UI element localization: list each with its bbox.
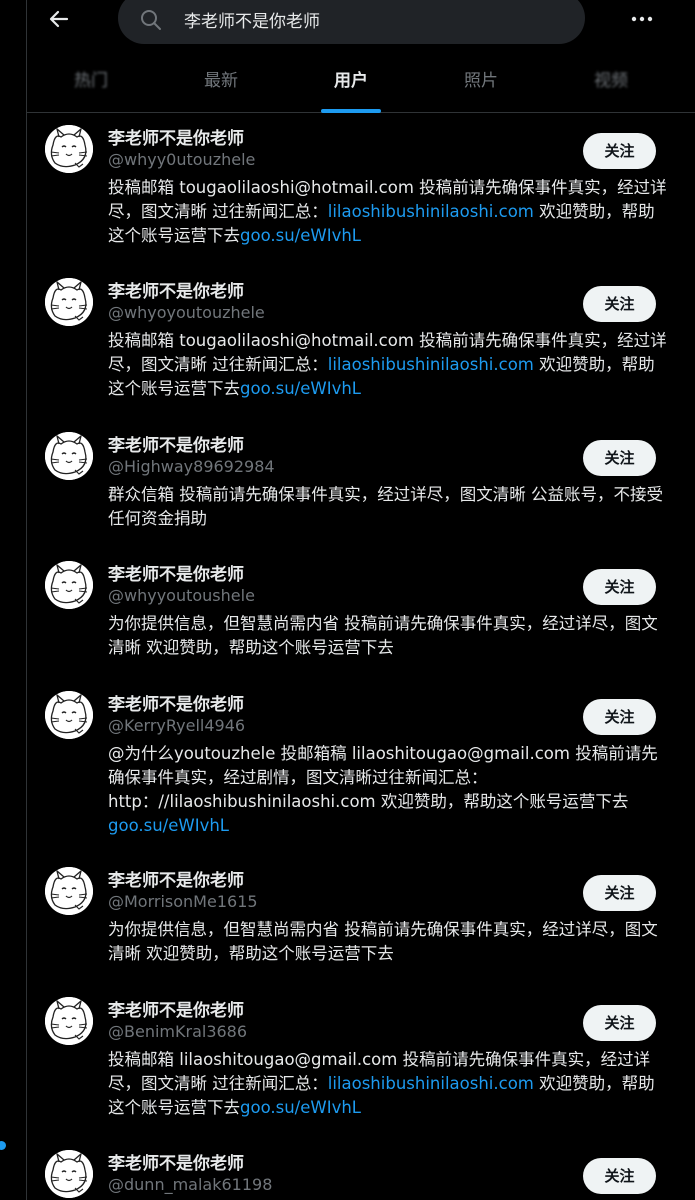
active-tab-indicator [321, 109, 381, 113]
follow-button[interactable]: 关注 [583, 569, 656, 605]
display-name[interactable]: 李老师不是你老师 [108, 431, 244, 456]
more-options-button[interactable] [627, 0, 657, 38]
cat-doodle-icon [45, 125, 93, 173]
search-results-page: 李老师不是你老师 热门 最新 用户 照片 视频 李老师不是你老师 @whyy0ut… [0, 0, 695, 1200]
follow-button[interactable]: 关注 [583, 875, 656, 911]
bio-text: 为你提供信息，但智慧尚需内省 投稿前请先确保事件真实，经过详尽，图文清晰 欢迎赞… [108, 614, 658, 657]
user-handle: @Highway89692984 [108, 457, 275, 476]
avatar[interactable] [45, 561, 93, 609]
display-name[interactable]: 李老师不是你老师 [108, 996, 244, 1021]
left-rail [0, 0, 27, 1200]
bio-link[interactable]: lilaoshibushinilaoshi.com [328, 202, 534, 221]
more-horizontal-icon [631, 16, 653, 22]
follow-button[interactable]: 关注 [583, 286, 656, 322]
follow-button[interactable]: 关注 [583, 1158, 656, 1194]
bio-link[interactable]: lilaoshibushinilaoshi.com [328, 355, 534, 374]
follow-button[interactable]: 关注 [583, 699, 656, 735]
search-box[interactable]: 李老师不是你老师 [118, 0, 585, 44]
search-input[interactable]: 李老师不是你老师 [184, 7, 320, 32]
bio-text: 为你提供信息，但智慧尚需内省 投稿前请先确保事件真实，经过详尽，图文清晰 欢迎赞… [108, 920, 658, 963]
avatar[interactable] [45, 867, 93, 915]
user-bio: @为什么youtouzhele 投邮箱稿 lilaoshitougao@gmai… [108, 742, 668, 838]
follow-button[interactable]: 关注 [583, 133, 656, 169]
user-handle: @BenimKral3686 [108, 1022, 248, 1041]
cat-doodle-icon [45, 867, 93, 915]
search-tabs: 热门 最新 用户 照片 视频 [27, 50, 695, 113]
display-name[interactable]: 李老师不是你老师 [108, 1149, 244, 1174]
user-bio: 为你提供信息，但智慧尚需内省 投稿前请先确保事件真实，经过详尽，图文清晰 欢迎赞… [108, 612, 668, 660]
user-handle: @whyyoutoushele [108, 586, 255, 605]
avatar[interactable] [45, 432, 93, 480]
bio-link[interactable]: goo.su/eWIvhL [108, 816, 229, 835]
cat-doodle-icon [45, 432, 93, 480]
bio-link[interactable]: goo.su/eWIvhL [240, 226, 361, 245]
avatar[interactable] [45, 125, 93, 173]
user-handle: @whyoyoutouzhele [108, 303, 265, 322]
follow-button[interactable]: 关注 [583, 1005, 656, 1041]
cat-doodle-icon [45, 561, 93, 609]
cat-doodle-icon [45, 278, 93, 326]
tab-videos[interactable]: 视频 [551, 50, 671, 112]
arrow-left-icon [49, 10, 69, 28]
avatar[interactable] [45, 997, 93, 1045]
display-name[interactable]: 李老师不是你老师 [108, 560, 244, 585]
back-button[interactable] [41, 0, 77, 38]
follow-button[interactable]: 关注 [583, 440, 656, 476]
user-handle: @KerryRyell4946 [108, 716, 246, 735]
display-name[interactable]: 李老师不是你老师 [108, 277, 244, 302]
cat-doodle-icon [45, 997, 93, 1045]
user-bio: 为你提供信息，但智慧尚需内省 投稿前请先确保事件真实，经过详尽，图文清晰 欢迎赞… [108, 918, 668, 966]
search-icon [141, 10, 161, 30]
tab-people[interactable]: 用户 [291, 50, 411, 113]
user-bio: 投稿邮箱 lilaoshitougao@gmail.com 投稿前请先确保事件真… [108, 1048, 668, 1120]
display-name[interactable]: 李老师不是你老师 [108, 866, 244, 891]
bio-link[interactable]: lilaoshibushinilaoshi.com [328, 1074, 534, 1093]
display-name[interactable]: 李老师不是你老师 [108, 124, 244, 149]
avatar[interactable] [45, 1150, 93, 1198]
tab-latest[interactable]: 最新 [161, 50, 281, 112]
user-bio: 投稿邮箱 tougaolilaoshi@hotmail.com 投稿前请先确保事… [108, 329, 668, 401]
tab-people-label: 用户 [334, 71, 368, 91]
bio-text: 群众信箱 投稿前请先确保事件真实，经过详尽，图文清晰 公益账号，不接受任何资金捐… [108, 485, 663, 528]
user-handle: @dunn_malak61198 [108, 1175, 273, 1194]
user-bio: 群众信箱 投稿前请先确保事件真实，经过详尽，图文清晰 公益账号，不接受任何资金捐… [108, 483, 668, 531]
user-handle: @MorrisonMe1615 [108, 892, 258, 911]
avatar[interactable] [45, 691, 93, 739]
user-handle: @whyy0utouzhele [108, 150, 256, 169]
notification-dot [0, 1141, 6, 1150]
bio-text: @为什么youtouzhele 投邮箱稿 lilaoshitougao@gmai… [108, 744, 658, 811]
tab-top[interactable]: 热门 [31, 50, 151, 112]
search-header: 李老师不是你老师 热门 最新 用户 照片 视频 [27, 0, 695, 113]
bio-link[interactable]: goo.su/eWIvhL [240, 379, 361, 398]
cat-doodle-icon [45, 1150, 93, 1198]
tab-photos[interactable]: 照片 [421, 50, 541, 112]
user-bio: 投稿邮箱 tougaolilaoshi@hotmail.com 投稿前请先确保事… [108, 176, 668, 248]
cat-doodle-icon [45, 691, 93, 739]
display-name[interactable]: 李老师不是你老师 [108, 690, 244, 715]
avatar[interactable] [45, 278, 93, 326]
bio-link[interactable]: goo.su/eWIvhL [240, 1098, 361, 1117]
